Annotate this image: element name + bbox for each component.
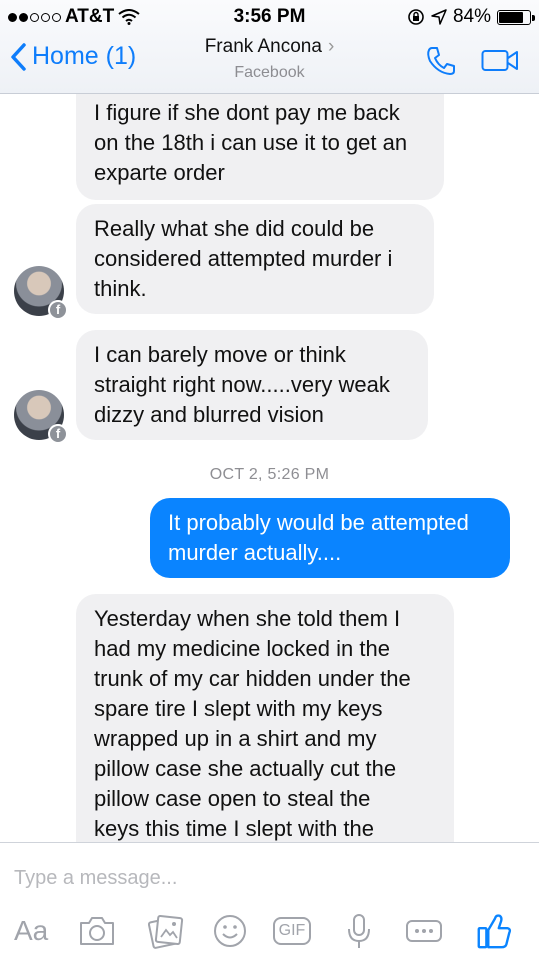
message-line: spare tire I slept with my keys: [94, 696, 383, 721]
navigation-header: AT&T 3:56 PM 84% Home (1) Frank Ancona ›…: [0, 0, 539, 94]
message-line: I figure if she dont pay me back: [94, 100, 400, 125]
message-line: murder actually....: [168, 540, 342, 565]
contact-source: Facebook: [234, 64, 305, 81]
message-line: pillow case open to steal the: [94, 786, 371, 811]
message-timestamp: OCT 2, 5:26 PM: [209, 466, 330, 483]
rotation-lock-icon: [408, 9, 424, 25]
message-line: exparte order: [94, 160, 225, 185]
thumbs-up-icon[interactable]: [474, 911, 514, 951]
message-line: trunk of my car hidden under the: [94, 666, 411, 691]
more-icon[interactable]: [404, 911, 444, 951]
message-bubble[interactable]: I figure if she dont pay me back on the …: [76, 94, 444, 200]
message-line: dizzy and blurred vision: [94, 402, 324, 427]
message-bubble[interactable]: Yesterday when she told them I had my me…: [76, 594, 454, 842]
message-line: considered attempted murder i: [94, 246, 393, 271]
contact-title[interactable]: Frank Ancona › Facebook: [0, 36, 539, 82]
message-line: Yesterday when she told them I: [94, 606, 401, 631]
message-bubble-outgoing[interactable]: It probably would be attempted murder ac…: [150, 498, 510, 578]
message-bubble[interactable]: I can barely move or think straight righ…: [76, 330, 428, 440]
message-line: straight right now.....very weak: [94, 372, 390, 397]
contact-name: Frank Ancona: [204, 36, 322, 57]
emoji-icon[interactable]: [212, 911, 248, 951]
message-line: It probably would be attempted: [168, 510, 469, 535]
message-line: think.: [94, 276, 147, 301]
message-line: keys this time I slept with the: [94, 816, 374, 841]
message-composer: Aa GIF: [0, 842, 539, 960]
message-line: I can barely move or think: [94, 342, 346, 367]
facebook-badge-icon: f: [48, 300, 68, 320]
message-line: wrapped up in a shirt and my: [94, 726, 377, 751]
message-line: Really what she did could be: [94, 216, 375, 241]
avatar[interactable]: f: [14, 390, 68, 444]
microphone-icon[interactable]: [344, 911, 374, 951]
facebook-badge-icon: f: [48, 424, 68, 444]
message-line: on the 18th i can use it to get an: [94, 130, 408, 155]
camera-icon[interactable]: [78, 911, 116, 951]
message-thread[interactable]: I figure if she dont pay me back on the …: [0, 94, 539, 842]
message-line: had my medicine locked in the: [94, 636, 390, 661]
message-bubble[interactable]: Really what she did could be considered …: [76, 204, 434, 314]
phone-icon[interactable]: [425, 45, 457, 77]
location-arrow-icon: [431, 9, 447, 25]
photo-icon[interactable]: [146, 911, 186, 951]
message-line: pillow case she actually cut the: [94, 756, 397, 781]
contact-name-row: Frank Ancona ›: [0, 36, 539, 58]
battery-percent: 84%: [452, 6, 491, 27]
gif-icon[interactable]: GIF: [273, 917, 311, 945]
message-input[interactable]: [14, 861, 514, 895]
status-bar: AT&T 3:56 PM 84%: [0, 0, 539, 32]
battery-icon: [497, 9, 535, 25]
video-camera-icon[interactable]: [481, 49, 519, 73]
status-right: 84%: [407, 6, 535, 28]
avatar[interactable]: f: [14, 266, 68, 320]
text-format-button[interactable]: Aa: [14, 911, 48, 951]
chevron-right-icon: ›: [327, 36, 335, 57]
